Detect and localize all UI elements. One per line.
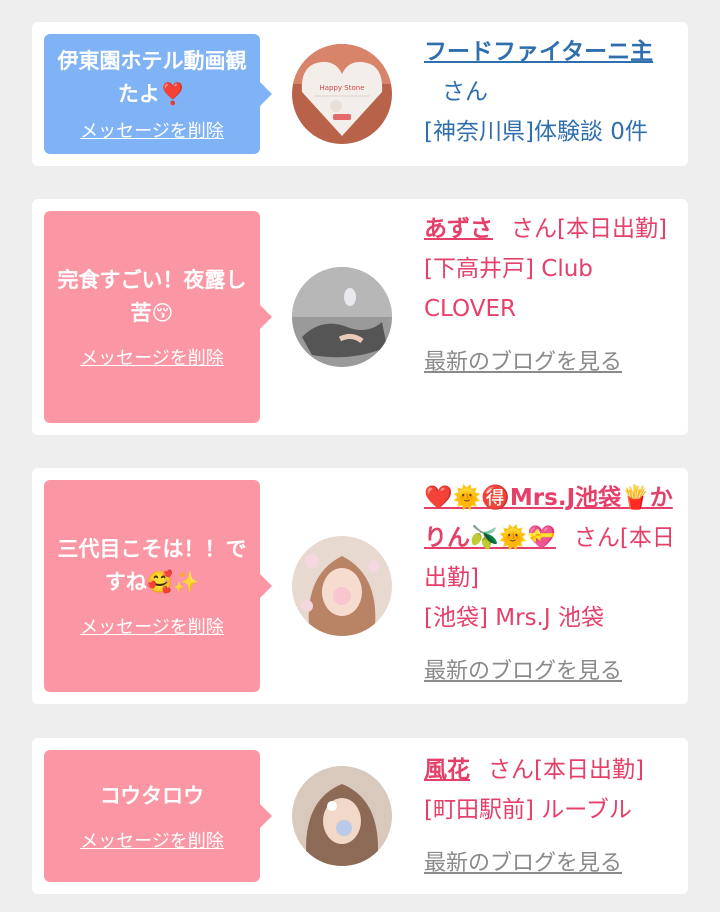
- avatar-image: Happy Stone: [292, 44, 392, 144]
- shop-name: 体験談 0件: [533, 119, 648, 145]
- message-card: 完食すごい！夜露し苦😚 メッセージを削除 あずさ さん[本日出勤] [下高井戸] …: [32, 199, 688, 435]
- message-bubble: 完食すごい！夜露し苦😚 メッセージを削除: [44, 211, 272, 423]
- message-bubble: コウタロウ メッセージを削除: [44, 750, 272, 882]
- delete-message-link[interactable]: メッセージを削除: [80, 613, 224, 639]
- user-info: ❤️🌞🉐Mrs.J池袋🍟かりん🫒🌞💝 さん[本日出勤] [池袋] Mrs.J 池袋…: [424, 478, 680, 692]
- honorific: さん: [442, 79, 488, 105]
- latest-blog-link[interactable]: 最新のブログを見る: [424, 844, 622, 884]
- delete-message-link[interactable]: メッセージを削除: [80, 117, 224, 143]
- status-badge: [本日出勤]: [557, 216, 667, 242]
- delete-message-link[interactable]: メッセージを削除: [80, 827, 224, 853]
- shop-name: ルーブル: [541, 797, 632, 823]
- user-name-link[interactable]: あずさ: [424, 216, 493, 242]
- user-name-link[interactable]: フードファイターニ主: [424, 39, 653, 65]
- message-card: 伊東園ホテル動画観たよ❣️ メッセージを削除 Happy Stone フードファ…: [32, 22, 688, 166]
- message-card: 三代目こそは！！ですね🥰✨ メッセージを削除 ❤️🌞🉐Mrs.J池袋🍟かりん🫒🌞…: [32, 468, 688, 704]
- message-text: 伊東園ホテル動画観たよ❣️: [57, 49, 247, 106]
- area: [下高井戸]: [424, 256, 534, 282]
- avatar[interactable]: Happy Stone: [292, 44, 392, 144]
- message-bubble: 三代目こそは！！ですね🥰✨ メッセージを削除: [44, 480, 272, 692]
- honorific: さん: [511, 216, 557, 242]
- status-badge: [本日出勤]: [534, 757, 644, 783]
- user-name-link[interactable]: 風花: [424, 757, 470, 783]
- avatar[interactable]: [292, 267, 392, 367]
- latest-blog-link[interactable]: 最新のブログを見る: [424, 652, 622, 692]
- message-card: コウタロウ メッセージを削除 風花 さん[本日出勤] [町田駅前] ルーブル 最新…: [32, 738, 688, 894]
- honorific: さん: [573, 525, 620, 551]
- latest-blog-link[interactable]: 最新のブログを見る: [424, 343, 622, 383]
- avatar[interactable]: [292, 766, 392, 866]
- area: [町田駅前]: [424, 797, 534, 823]
- area: [池袋]: [424, 605, 488, 631]
- user-info: フードファイターニ主さん [神奈川県]体験談 0件: [424, 32, 680, 152]
- message-text: 三代目こそは！！ですね🥰✨: [57, 537, 247, 594]
- honorific: さん: [488, 757, 534, 783]
- user-info: 風花 さん[本日出勤] [町田駅前] ルーブル 最新のブログを見る: [424, 750, 680, 884]
- user-info: あずさ さん[本日出勤] [下高井戸] Club CLOVER 最新のブログを見る: [424, 209, 680, 383]
- avatar[interactable]: [292, 536, 392, 636]
- avatar-image: [292, 766, 392, 866]
- delete-message-link[interactable]: メッセージを削除: [80, 344, 224, 370]
- svg-text:Happy Stone: Happy Stone: [319, 84, 364, 92]
- message-bubble: 伊東園ホテル動画観たよ❣️ メッセージを削除: [44, 34, 272, 154]
- area: [神奈川県]: [424, 119, 534, 145]
- avatar-image: [292, 267, 392, 367]
- shop-name: Mrs.J 池袋: [495, 605, 604, 631]
- avatar-image: [292, 536, 392, 636]
- message-text: コウタロウ: [99, 783, 205, 808]
- message-text: 完食すごい！夜露し苦😚: [57, 268, 247, 325]
